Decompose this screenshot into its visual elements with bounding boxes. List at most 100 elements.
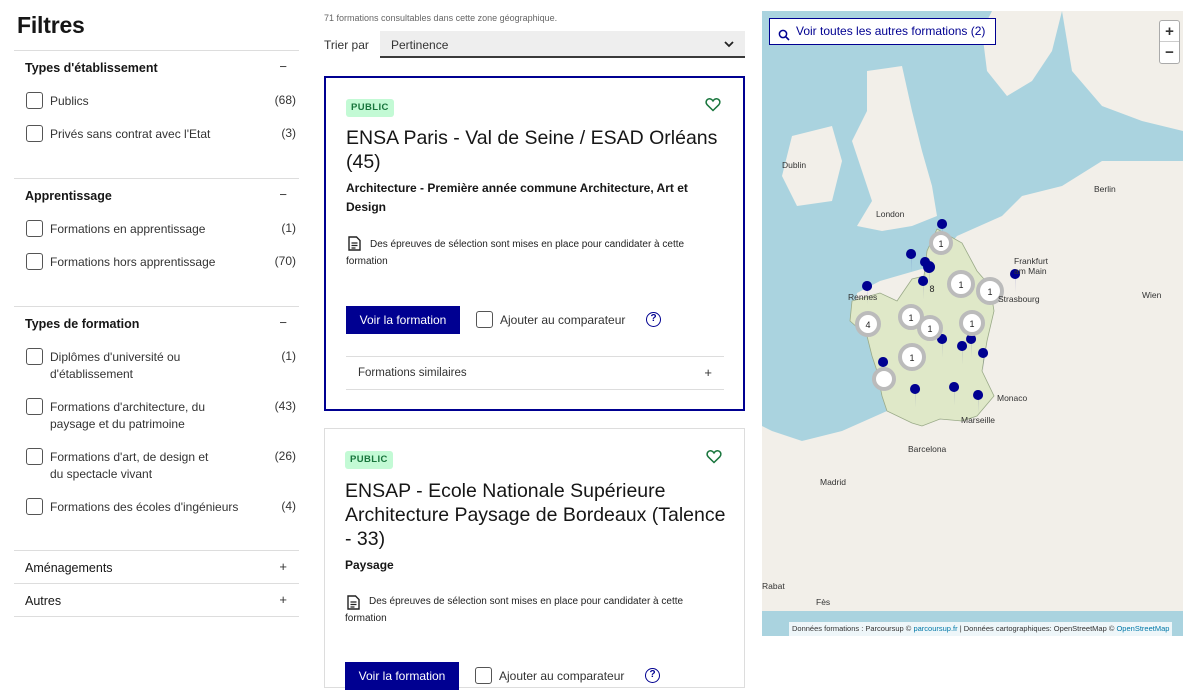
city-label: London xyxy=(876,209,905,219)
svg-text:8: 8 xyxy=(929,284,934,294)
city-label: Barcelona xyxy=(908,444,947,454)
option-label: Formations d'art, de design et du specta… xyxy=(50,450,209,481)
section-title[interactable]: Aménagements xyxy=(25,561,113,575)
svg-text:1: 1 xyxy=(958,280,963,290)
option-label: Publics xyxy=(50,94,89,108)
option-label: Formations en apprentissage xyxy=(50,222,206,236)
section-amenagements[interactable]: Aménagements + xyxy=(14,550,299,583)
checkbox[interactable] xyxy=(26,448,43,465)
show-other-formations-button[interactable]: Voir toutes les autres formations (2) xyxy=(769,18,997,45)
formation-title[interactable]: ENSA Paris - Val de Seine / ESAD Orléans… xyxy=(346,126,731,174)
option-label: Privés sans contrat avec l'Etat xyxy=(50,127,211,141)
svg-text:1: 1 xyxy=(908,313,913,323)
section-title[interactable]: Autres xyxy=(25,594,61,608)
city-label: Frankfurt am Main xyxy=(1014,256,1049,276)
section-title[interactable]: Types de formation xyxy=(25,317,139,331)
collapse-toggle-icon[interactable]: − xyxy=(279,59,287,74)
city-label: Monaco xyxy=(997,393,1028,403)
option-count: (1) xyxy=(281,221,296,235)
selection-note: Des épreuves de sélection sont mises en … xyxy=(346,239,685,267)
zoom-in-button[interactable]: + xyxy=(1160,21,1179,42)
section-title[interactable]: Types d'établissement xyxy=(25,61,158,75)
city-label: Wien xyxy=(1142,290,1162,300)
option-count: (43) xyxy=(274,399,296,413)
button-label: Voir toutes les autres formations (2) xyxy=(796,24,986,38)
view-formation-button[interactable]: Voir la formation xyxy=(346,306,460,334)
view-formation-button[interactable]: Voir la formation xyxy=(345,662,459,690)
svg-text:1: 1 xyxy=(927,324,932,334)
parcoursup-link[interactable]: parcoursup.fr xyxy=(913,624,957,633)
help-icon[interactable]: ? xyxy=(646,312,661,327)
compare-label[interactable]: Ajouter au comparateur xyxy=(500,313,625,327)
checkbox[interactable] xyxy=(26,125,43,142)
status-badge: PUBLIC xyxy=(346,99,394,117)
expand-toggle-icon[interactable]: + xyxy=(279,559,287,574)
city-label: Berlin xyxy=(1094,184,1116,194)
section-types-formation: Types de formation − Diplômes d'universi… xyxy=(14,306,299,550)
option-count: (3) xyxy=(281,126,296,140)
checkbox[interactable] xyxy=(26,498,43,515)
section-autres[interactable]: Autres + xyxy=(14,583,299,617)
city-label: Dublin xyxy=(782,160,807,170)
city-label: Fès xyxy=(816,597,831,607)
section-title[interactable]: Apprentissage xyxy=(25,189,112,203)
svg-text:1: 1 xyxy=(987,287,992,297)
help-icon[interactable]: ? xyxy=(645,668,660,683)
compare-checkbox[interactable] xyxy=(475,667,492,684)
formation-title[interactable]: ENSAP - Ecole Nationale Supérieure Archi… xyxy=(345,479,730,551)
section-types-etablissement: Types d'établissement − Publics (68) Pri… xyxy=(14,50,299,178)
filters-title: Filtres xyxy=(17,12,85,38)
filters-sidebar: Filtres Types d'établissement − Publics … xyxy=(14,0,299,675)
option-count: (70) xyxy=(274,254,296,268)
city-label: Rabat xyxy=(762,581,785,591)
sort-label: Trier par xyxy=(324,38,369,52)
svg-text:1: 1 xyxy=(969,319,974,329)
city-label: Rennes xyxy=(848,292,878,302)
checkbox[interactable] xyxy=(26,253,43,270)
sort-select[interactable]: Pertinence xyxy=(380,31,745,58)
option-count: (1) xyxy=(281,349,296,363)
formation-subtitle: Paysage xyxy=(345,558,394,572)
checkbox[interactable] xyxy=(26,348,43,365)
option-label: Formations hors apprentissage xyxy=(50,255,216,269)
openstreetmap-link[interactable]: OpenStreetMap xyxy=(1116,624,1169,633)
zoom-control: + − xyxy=(1159,20,1180,64)
expand-toggle-icon[interactable]: + xyxy=(279,592,287,607)
similar-label: Formations similaires xyxy=(358,367,467,379)
status-badge: PUBLIC xyxy=(345,451,393,469)
results-count: 71 formations consultables dans cette zo… xyxy=(324,13,558,23)
selection-note: Des épreuves de sélection sont mises en … xyxy=(345,596,684,624)
option-count: (4) xyxy=(281,499,296,513)
compare-label[interactable]: Ajouter au comparateur xyxy=(499,669,624,683)
collapse-toggle-icon[interactable]: − xyxy=(279,315,287,330)
option-label: Formations d'architecture, du paysage et… xyxy=(50,400,206,431)
map-view[interactable]: 1 1 4 1 1 1 1 1 8 Dublin London Berlin F… xyxy=(762,11,1183,636)
option-count: (68) xyxy=(274,93,296,107)
svg-text:1: 1 xyxy=(909,353,914,363)
zoom-out-button[interactable]: − xyxy=(1160,42,1179,63)
heart-icon[interactable] xyxy=(705,97,721,117)
formation-card: PUBLIC ENSA Paris - Val de Seine / ESAD … xyxy=(324,76,745,411)
checkbox[interactable] xyxy=(26,220,43,237)
checkbox[interactable] xyxy=(26,398,43,415)
city-label: Marseille xyxy=(961,415,996,425)
map-tiles: 1 1 4 1 1 1 1 1 8 xyxy=(762,11,1183,611)
formation-subtitle: Architecture - Première année commune Ar… xyxy=(346,181,688,214)
city-label: Madrid xyxy=(820,477,846,487)
svg-text:4: 4 xyxy=(865,320,870,330)
option-count: (26) xyxy=(274,449,296,463)
similar-formations-accordion[interactable]: Formations similaires + xyxy=(346,356,724,390)
option-label: Formations des écoles d'ingénieurs xyxy=(50,500,239,514)
compare-checkbox[interactable] xyxy=(476,311,493,328)
section-apprentissage: Apprentissage − Formations en apprentiss… xyxy=(14,178,299,306)
checkbox[interactable] xyxy=(26,92,43,109)
map-attribution: Données formations : Parcoursup © parcou… xyxy=(789,622,1173,636)
city-label: Strasbourg xyxy=(998,294,1040,304)
chevron-down-icon xyxy=(722,37,736,54)
search-icon xyxy=(778,25,790,50)
svg-text:1: 1 xyxy=(938,239,943,249)
collapse-toggle-icon[interactable]: − xyxy=(279,187,287,202)
formation-card: PUBLIC ENSAP - Ecole Nationale Supérieur… xyxy=(324,428,745,690)
expand-toggle-icon[interactable]: + xyxy=(704,365,712,380)
heart-icon[interactable] xyxy=(706,449,722,469)
